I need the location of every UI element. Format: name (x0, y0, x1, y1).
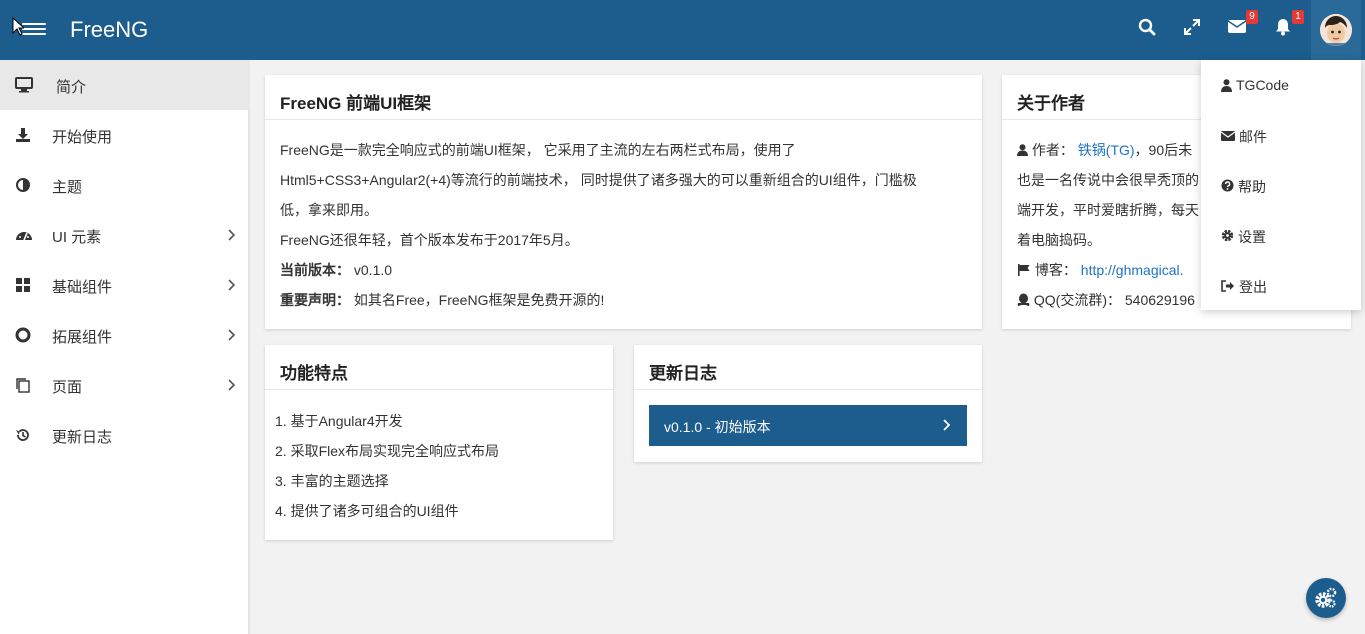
dropdown-item-settings[interactable]: 设置 (1201, 210, 1361, 260)
sidebar-item-changelog[interactable]: 更新日志 (0, 410, 250, 460)
dropdown-item-label: 设置 (1238, 229, 1266, 245)
question-circle-icon (1221, 179, 1235, 193)
history-icon (15, 427, 33, 443)
sidebar-item-getting-started[interactable]: 开始使用 (0, 110, 250, 160)
dropdown-item-label: 邮件 (1239, 129, 1267, 145)
dropdown-item-label: TGCode (1236, 77, 1289, 93)
dropdown-item-help[interactable]: 帮助 (1201, 160, 1361, 210)
cogs-icon (1315, 587, 1337, 608)
blog-link[interactable]: http://ghmagical. (1081, 262, 1184, 278)
sidebar-item-pages[interactable]: 页面 (0, 360, 250, 410)
intro-paragraph-2: Html5+CSS3+Angular2(+4)等流行的前端技术， 同时提供了诸多… (280, 172, 917, 188)
grid-icon (15, 277, 33, 293)
hamburger-menu-icon[interactable] (22, 20, 46, 40)
sidebar-item-label: 拓展组件 (52, 329, 113, 346)
feature-item: 3. 丰富的主题选择 (275, 473, 389, 489)
feature-item: 1. 基于Angular4开发 (275, 413, 403, 429)
sidebar-item-basic-components[interactable]: 基础组件 (0, 260, 250, 310)
flag-icon (1018, 264, 1030, 276)
avatar (1320, 14, 1352, 46)
life-ring-icon (15, 327, 33, 343)
version-label: 当前版本： (280, 262, 350, 278)
qq-icon (1017, 293, 1030, 306)
changelog-card-title: 更新日志 (634, 345, 982, 390)
user-icon (1221, 79, 1235, 93)
features-card: 功能特点 1. 基于Angular4开发 2. 采取Flex布局实现完全响应式布… (265, 345, 613, 540)
changelog-card: 更新日志 v0.1.0 - 初始版本 (634, 345, 982, 462)
feature-item: 4. 提供了诸多可组合的UI组件 (275, 503, 459, 519)
chevron-right-icon (226, 228, 236, 241)
bell-icon[interactable]: 1 (1274, 10, 1304, 42)
sidebar-item-extended-components[interactable]: 拓展组件 (0, 310, 250, 360)
qq-label: QQ(交流群)： (1033, 292, 1121, 308)
intro-paragraph-3: 低，拿来即用。 (280, 202, 378, 218)
notification-count-badge: 1 (1292, 10, 1304, 24)
intro-card: FreeNG 前端UI框架 FreeNG是一款完全响应式的前端UI框架， 它采用… (265, 75, 982, 329)
changelog-entry-label: v0.1.0 - 初始版本 (664, 419, 771, 435)
user-icon (1017, 144, 1028, 156)
sidebar-item-label: 开始使用 (52, 129, 113, 146)
version-value: v0.1.0 (353, 262, 393, 278)
sidebar-item-label: UI 元素 (52, 229, 102, 246)
sign-out-icon (1221, 279, 1235, 293)
top-navbar: FreeNG 9 1 (0, 0, 1365, 60)
search-icon[interactable] (1138, 18, 1160, 42)
feature-item: 2. 采取Flex布局实现完全响应式布局 (275, 443, 500, 459)
version-row: 当前版本： v0.1.0 (280, 255, 967, 285)
sidebar-item-theme[interactable]: 主题 (0, 160, 250, 210)
sidebar-item-label: 主题 (52, 179, 83, 196)
theme-settings-fab[interactable] (1306, 578, 1346, 618)
mail-icon[interactable]: 9 (1227, 10, 1258, 42)
chevron-right-icon (226, 278, 236, 291)
download-icon (15, 127, 33, 143)
intro-paragraph-4: FreeNG还很年轻，首个版本发布于2017年5月。 (280, 232, 579, 248)
sidebar-item-label: 更新日志 (52, 429, 113, 446)
sidebar: 简介 开始使用 主题 UI 元素 基础组件 拓展组件 页面 更新日志 (0, 60, 250, 634)
envelope-icon (1220, 129, 1236, 143)
sidebar-item-label: 基础组件 (52, 279, 113, 296)
intro-paragraph-1: FreeNG是一款完全响应式的前端UI框架， 它采用了主流的左右两栏式布局，使用… (280, 142, 796, 158)
notice-value: 如其名Free，FreeNG框架是免费开源的! (353, 292, 605, 308)
user-avatar-button[interactable] (1311, 0, 1361, 60)
cog-icon (1221, 229, 1235, 243)
sidebar-item-ui-elements[interactable]: UI 元素 (0, 210, 250, 260)
dropdown-item-label: 登出 (1239, 279, 1267, 295)
sidebar-item-label: 简介 (56, 79, 87, 96)
desktop-icon (15, 77, 33, 93)
author-label: 作者： (1031, 142, 1074, 158)
sidebar-item-label: 页面 (52, 379, 83, 396)
notice-row: 重要声明： 如其名Free，FreeNG框架是免费开源的! (280, 285, 967, 315)
user-dropdown-menu: TGCode 邮件 帮助 设置 登出 (1201, 60, 1361, 310)
author-name-link[interactable]: 铁锅(TG) (1078, 142, 1135, 158)
dropdown-item-logout[interactable]: 登出 (1201, 260, 1361, 310)
pages-icon (15, 377, 33, 393)
app-brand[interactable]: FreeNG (70, 17, 148, 43)
mouse-cursor-icon (12, 16, 26, 37)
dashboard-icon (15, 227, 33, 243)
features-card-title: 功能特点 (265, 345, 613, 390)
notice-label: 重要声明： (280, 292, 350, 308)
dropdown-item-profile[interactable]: TGCode (1201, 60, 1361, 110)
mail-count-badge: 9 (1246, 10, 1258, 24)
qq-value: 540629196 (1124, 292, 1195, 308)
dropdown-item-label: 帮助 (1238, 179, 1266, 195)
blog-label: 博客： (1034, 262, 1077, 278)
fullscreen-icon[interactable] (1183, 18, 1205, 42)
sidebar-item-intro[interactable]: 简介 (0, 60, 250, 110)
adjust-icon (15, 177, 33, 193)
intro-card-title: FreeNG 前端UI框架 (265, 75, 982, 120)
chevron-right-icon (943, 418, 951, 432)
author-rest: ，90后未 (1134, 142, 1193, 158)
chevron-right-icon (226, 378, 236, 391)
chevron-right-icon (226, 328, 236, 341)
dropdown-item-mail[interactable]: 邮件 (1201, 110, 1361, 160)
changelog-entry-button[interactable]: v0.1.0 - 初始版本 (649, 405, 967, 446)
